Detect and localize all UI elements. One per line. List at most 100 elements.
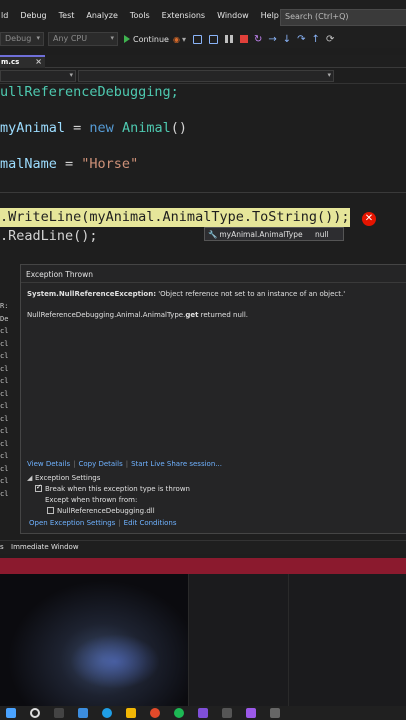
terminal-icon[interactable]	[222, 708, 232, 718]
datatip-value: null	[315, 230, 329, 239]
output-line: cl	[0, 389, 9, 398]
break-checkbox-row[interactable]: Break when this exception type is thrown	[35, 483, 190, 493]
output-line: cl	[0, 377, 9, 385]
windows-start-icon[interactable]	[6, 708, 16, 718]
member-dropdown[interactable]: ▾	[78, 70, 334, 82]
chevron-down-icon: ▾	[327, 71, 331, 79]
search-icon[interactable]	[30, 708, 40, 718]
except-label: Except when thrown from:	[45, 496, 138, 504]
app-icon[interactable]	[270, 708, 280, 718]
platform-dropdown[interactable]: Any CPU ▾	[48, 32, 118, 46]
chrome-icon[interactable]	[150, 708, 160, 718]
menu-debug[interactable]: Debug	[16, 11, 54, 20]
task-view-icon[interactable]	[54, 708, 64, 718]
edge-icon[interactable]	[102, 708, 112, 718]
video-overlay	[0, 574, 406, 706]
continue-button[interactable]: Continue ◉ ▾	[124, 35, 186, 44]
menu-tools[interactable]: Tools	[126, 11, 158, 20]
menu-build[interactable]: ld	[0, 11, 16, 20]
tab-label: m.cs	[1, 58, 20, 66]
type-dropdown[interactable]: ▾	[0, 70, 76, 82]
divider	[0, 192, 406, 193]
output-line: cl	[0, 352, 9, 360]
config-dropdown[interactable]: Debug ▾	[0, 32, 44, 46]
step-over-icon[interactable]: ↷	[297, 34, 305, 45]
break-label: Break when this exception type is thrown	[45, 485, 190, 493]
divider	[188, 574, 189, 706]
output-lines: R: De cl cl cl cl cl cl cl cl cl cl cl c…	[0, 300, 8, 500]
menu-extensions[interactable]: Extensions	[158, 11, 213, 20]
current-statement-highlight[interactable]: .WriteLine(myAnimal.AnimalType.ToString(…	[0, 208, 350, 227]
chevron-down-icon: ▾	[181, 34, 186, 44]
output-line: De	[0, 314, 9, 323]
break-checkbox[interactable]	[35, 483, 42, 492]
menu-window[interactable]: Window	[213, 11, 257, 20]
error-icon[interactable]: ✕	[362, 212, 376, 226]
pause-icon[interactable]	[224, 35, 233, 43]
search-input[interactable]: Search (Ctrl+Q)	[280, 9, 406, 26]
stop-icon[interactable]	[239, 35, 248, 43]
widgets-icon[interactable]	[78, 708, 88, 718]
show-next-statement-icon[interactable]: →	[268, 34, 276, 45]
exception-title: Exception Thrown	[26, 270, 94, 279]
continue-label: Continue	[133, 34, 169, 44]
exception-message: System.NullReferenceException: 'Object r…	[27, 290, 345, 298]
step-out-icon[interactable]: ↑	[312, 34, 320, 45]
tab-immediate-window[interactable]: Immediate Window	[11, 543, 79, 551]
bottom-panel-tabs: s Immediate Window	[0, 540, 406, 554]
output-line: cl	[0, 402, 9, 410]
detail-tail: returned null.	[198, 311, 249, 319]
vs-active-icon[interactable]	[246, 708, 256, 718]
spotify-icon[interactable]	[174, 708, 184, 718]
output-line: R:	[0, 302, 9, 310]
copy-details-link[interactable]: Copy Details	[78, 460, 122, 468]
divider	[21, 282, 406, 283]
edit-conditions-link[interactable]: Edit Conditions	[124, 519, 177, 527]
open-exception-settings-link[interactable]: Open Exception Settings	[29, 519, 115, 527]
close-icon[interactable]: ×	[35, 57, 42, 66]
output-line: cl	[0, 439, 9, 448]
hot-reload-icon[interactable]: ⟳	[326, 34, 334, 45]
operator: =	[56, 156, 82, 172]
module-checkbox-row[interactable]: NullReferenceDebugging.dll	[47, 506, 155, 515]
menu-test[interactable]: Test	[55, 11, 83, 20]
dark-region	[188, 574, 406, 706]
visual-studio-icon[interactable]	[198, 708, 208, 718]
datatip[interactable]: 🔧 myAnimal.AnimalType null	[204, 227, 344, 241]
debug-toolbar: Debug ▾ Any CPU ▾ Continue ◉ ▾ ↻ → ↓ ↷ ↑ ⟳	[0, 30, 406, 48]
output-line: cl	[0, 364, 9, 373]
string-literal: "Horse"	[81, 156, 139, 172]
output-line: cl	[0, 489, 9, 498]
wrench-icon: 🔧	[208, 230, 218, 239]
chevron-down-icon: ▾	[69, 71, 73, 79]
module-checkbox[interactable]	[47, 506, 54, 514]
code-line: malName = "Horse"	[0, 156, 138, 172]
file-explorer-icon[interactable]	[126, 708, 136, 718]
light-glow	[70, 634, 160, 689]
code-line: ullReferenceDebugging;	[0, 84, 179, 100]
exception-links: View Details | Copy Details | Start Live Sha…	[27, 460, 222, 468]
chevron-down-icon: ▾	[36, 34, 40, 42]
code-editor[interactable]: ullReferenceDebugging; myAnimal = new An…	[0, 84, 406, 192]
code-line: myAnimal = new Animal()	[0, 120, 187, 136]
variable-name: myAnimal	[0, 120, 66, 136]
live-share-link[interactable]: Start Live Share session...	[131, 460, 222, 468]
tab-program-cs[interactable]: m.cs ×	[0, 55, 45, 68]
window-icon[interactable]	[208, 34, 218, 44]
operator: =	[65, 120, 90, 136]
parens: ()	[170, 120, 187, 136]
step-into-icon[interactable]: ↓	[283, 34, 291, 45]
view-details-link[interactable]: View Details	[27, 460, 70, 468]
tab-partial[interactable]: s	[0, 543, 4, 551]
settings-header[interactable]: ◢ Exception Settings	[27, 474, 100, 482]
restart-icon[interactable]: ↻	[254, 34, 262, 45]
menu-analyze[interactable]: Analyze	[82, 11, 126, 20]
chevron-down-icon: ◢	[27, 474, 33, 482]
layout-icon[interactable]	[192, 34, 202, 44]
platform-value: Any CPU	[53, 34, 88, 43]
play-icon	[124, 35, 130, 43]
exception-detail: NullReferenceDebugging.Animal.AnimalType…	[27, 311, 248, 319]
config-value: Debug	[5, 34, 32, 43]
chevron-down-icon: ▾	[110, 34, 114, 42]
detail-text: NullReferenceDebugging.Animal.AnimalType…	[27, 311, 186, 319]
